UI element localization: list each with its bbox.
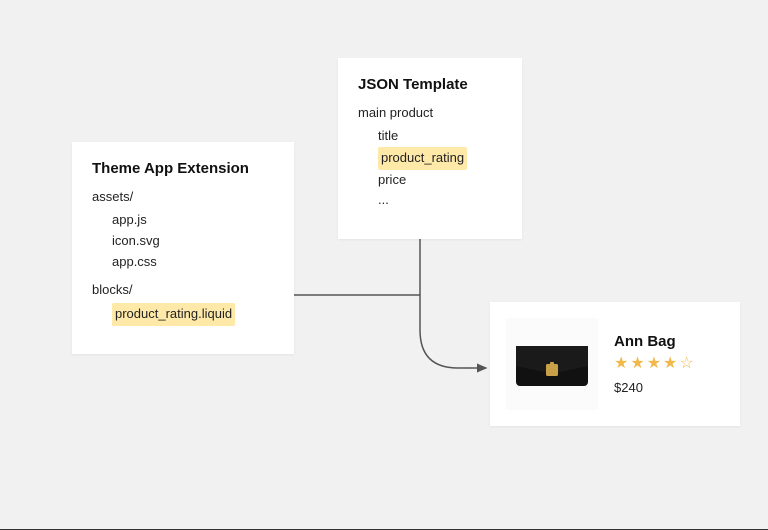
- product-info: Ann Bag ★ ★ ★ ★ ☆ $240: [614, 333, 694, 395]
- star-outline-icon: ☆: [679, 356, 693, 372]
- theme-app-extension-card: Theme App Extension assets/ app.js icon.…: [72, 142, 294, 354]
- product-image: [506, 318, 598, 410]
- block-file-highlighted: product_rating.liquid: [112, 303, 274, 326]
- json-card-title: JSON Template: [358, 76, 502, 93]
- json-root-label: main product: [358, 105, 502, 120]
- assets-file-list: app.js icon.svg app.css: [92, 210, 274, 272]
- blocks-file-list: product_rating.liquid: [92, 303, 274, 326]
- json-field-list: title product_rating price ...: [358, 126, 502, 211]
- json-field: ...: [378, 190, 502, 211]
- asset-file: app.js: [112, 210, 274, 231]
- json-field-highlighted: product_rating: [378, 147, 502, 170]
- star-icon: ★: [614, 356, 628, 372]
- star-icon: ★: [663, 356, 677, 372]
- handbag-icon: [510, 336, 594, 392]
- json-field: price: [378, 170, 502, 191]
- product-preview-card: Ann Bag ★ ★ ★ ★ ☆ $240: [490, 302, 740, 426]
- star-icon: ★: [647, 356, 661, 372]
- asset-file: icon.svg: [112, 231, 274, 252]
- product-name: Ann Bag: [614, 333, 694, 350]
- json-field: title: [378, 126, 502, 147]
- asset-file: app.css: [112, 252, 274, 273]
- star-icon: ★: [630, 356, 644, 372]
- blocks-folder-label: blocks/: [92, 282, 274, 297]
- rating-stars: ★ ★ ★ ★ ☆: [614, 356, 694, 372]
- json-template-card: JSON Template main product title product…: [338, 58, 522, 239]
- product-price: $240: [614, 380, 694, 395]
- extension-card-title: Theme App Extension: [92, 160, 274, 177]
- assets-folder-label: assets/: [92, 189, 274, 204]
